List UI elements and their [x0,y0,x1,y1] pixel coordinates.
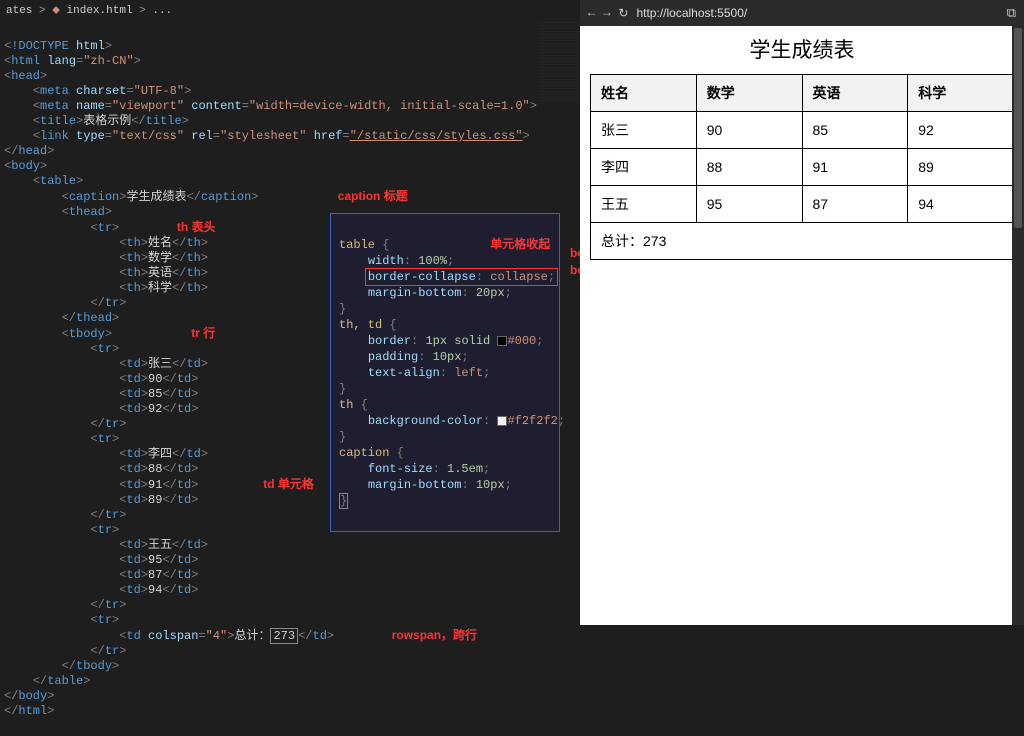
scroll-thumb[interactable] [1014,28,1022,228]
browser-toolbar: ← → ↻ http://localhost:5500/ ⧉ [580,0,1024,26]
table-total-row: 总计：273 [591,223,1014,260]
breadcrumb-more: ... [152,5,172,17]
rendered-page: 学生成绩表 姓名 数学 英语 科学 张三 90 85 92 李四 8 [580,26,1024,625]
th-science: 科学 [908,75,1014,112]
annotation-td: td 单元格 [263,477,314,491]
annotation-collapse: 单元格收起 [490,237,550,251]
back-button[interactable]: ← [588,6,595,20]
breadcrumb-file[interactable]: index.html [67,5,133,17]
annotation-tr: tr 行 [191,326,215,340]
code-editor[interactable]: ates > ⬥ index.html > ... <!DOCTYPE html… [0,0,580,625]
th-math: 数学 [696,75,802,112]
table-header-row: 姓名 数学 英语 科学 [591,75,1014,112]
breadcrumb: ates > ⬥ index.html > ... [0,0,580,22]
rendered-table: 学生成绩表 姓名 数学 英语 科学 张三 90 85 92 李四 8 [590,34,1014,260]
annotation-caption: caption 标题 [338,189,408,203]
forward-button[interactable]: → [603,6,610,20]
annotation-th: th 表头 [177,220,216,234]
table-row: 李四 88 91 89 [591,149,1014,186]
th-name: 姓名 [591,75,697,112]
annotation-rowspan: rowspan，跨行 [392,628,477,642]
css-snippet-box: table { 单元格收起 width: 100%; border-collap… [330,213,560,532]
breadcrumb-root: ates [6,5,32,17]
table-row: 张三 90 85 92 [591,112,1014,149]
url-bar[interactable]: http://localhost:5500/ [636,6,998,20]
reload-button[interactable]: ↻ [618,6,628,21]
table-caption: 学生成绩表 [590,34,1014,64]
table-row: 王五 95 87 94 [591,186,1014,223]
browser-preview: ← → ↻ http://localhost:5500/ ⧉ 学生成绩表 姓名 … [580,0,1024,625]
th-english: 英语 [802,75,908,112]
open-external-icon[interactable]: ⧉ [1007,6,1016,21]
scrollbar[interactable] [1012,26,1024,625]
